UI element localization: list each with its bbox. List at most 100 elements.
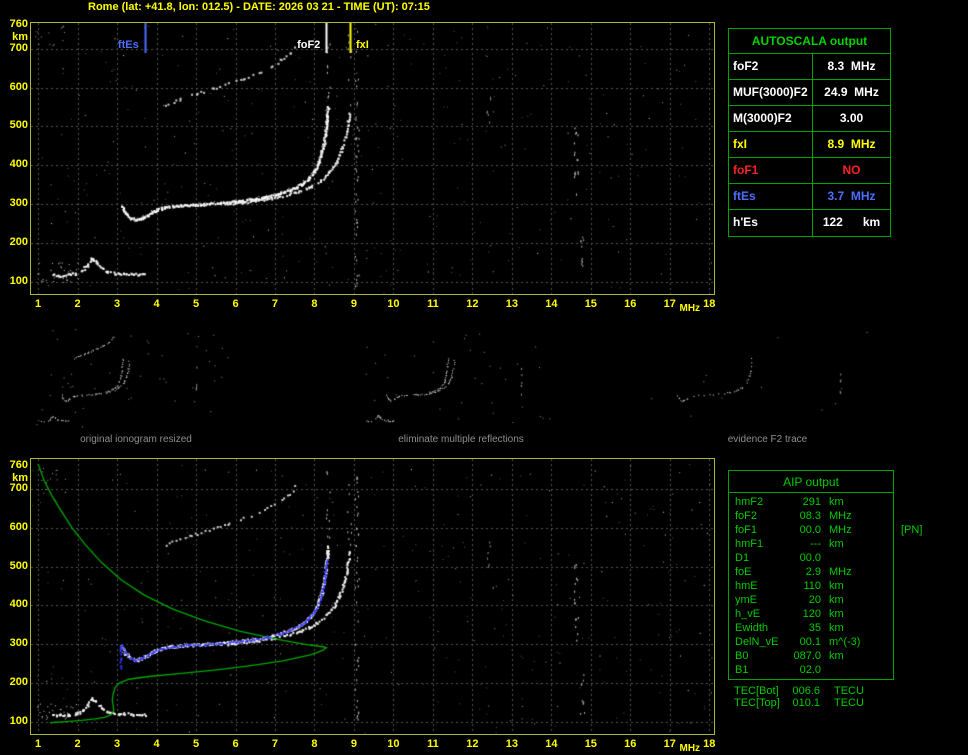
- aip-row-foe: foE2.9MHz: [729, 565, 893, 579]
- aip-table-title: AIP output: [729, 471, 893, 493]
- aip-param-label: foF1: [729, 523, 787, 537]
- x-tick-label: 15: [578, 299, 604, 310]
- aip-param-flag: [PN]: [901, 523, 922, 537]
- aip-row-ewidth: Ewidth35km: [729, 621, 893, 635]
- aip-param-value: 2.9: [787, 565, 821, 579]
- aip-param-unit: MHz: [821, 509, 852, 523]
- autoscala-row-fof2: foF28.3 MHz: [729, 54, 890, 80]
- aip-param-label: foE: [729, 565, 787, 579]
- x-tick-label: 7: [262, 739, 288, 750]
- x-tick-label: 9: [341, 299, 367, 310]
- y-tick-label: 700: [2, 483, 28, 494]
- autoscala-row-fxi: fxI8.9 MHz: [729, 132, 890, 158]
- thumbnail-eliminate-reflections: [360, 328, 562, 428]
- tec-row-tectop: TEC[Top]010.1TECU: [728, 697, 958, 709]
- aip-param-unit: km: [821, 593, 844, 607]
- marker-label-fof2: foF2: [266, 40, 320, 51]
- ionogram-canvas-bottom: [31, 459, 714, 734]
- tec-unit: TECU: [820, 697, 864, 709]
- autoscala-param-label: foF2: [729, 54, 813, 79]
- y-tick-label: 400: [2, 159, 28, 170]
- marker-label-fxi: fxI: [356, 40, 369, 51]
- x-tick-label: 18: [696, 739, 722, 750]
- aip-param-value: 08.3: [787, 509, 821, 523]
- x-tick-label: 8: [301, 299, 327, 310]
- aip-param-value: 35: [787, 621, 821, 635]
- x-tick-label: 6: [223, 739, 249, 750]
- aip-param-unit: km: [821, 607, 844, 621]
- thumbnail-original-ionogram: [35, 328, 237, 428]
- aip-param-label: hmF1: [729, 537, 787, 551]
- aip-row-delnve: DelN_vE00.1m^(-3): [729, 635, 893, 649]
- ionogram-plot-bottom: [30, 458, 715, 735]
- aip-param-unit: km: [821, 495, 844, 509]
- aip-param-unit: MHz: [821, 565, 852, 579]
- aip-param-value: 20: [787, 593, 821, 607]
- autoscala-table-title: AUTOSCALA output: [729, 29, 890, 54]
- tec-label: TEC[Bot]: [728, 685, 786, 697]
- aip-param-unit: km: [821, 579, 844, 593]
- aip-row-b0: B0087.0km: [729, 649, 893, 663]
- x-tick-label: 3: [104, 299, 130, 310]
- tec-label: TEC[Top]: [728, 697, 786, 709]
- aip-param-unit: [821, 551, 829, 565]
- y-tick-label: 500: [2, 561, 28, 572]
- y-tick-label: 700: [2, 43, 28, 54]
- autoscala-param-value: 8.3 MHz: [813, 54, 890, 79]
- aip-param-label: Ewidth: [729, 621, 787, 635]
- autoscala-param-value: 3.00: [813, 106, 890, 131]
- autoscala-param-value: NO: [813, 158, 890, 183]
- aip-row-d1: D100.0: [729, 551, 893, 565]
- aip-param-label: hmF2: [729, 495, 787, 509]
- autoscala-param-label: foF1: [729, 158, 813, 183]
- thumbnail-caption-evidence: evidence F2 trace: [645, 434, 890, 445]
- tec-values-block: TEC[Bot]006.6TECUTEC[Top]010.1TECU: [728, 685, 958, 709]
- autoscala-param-label: M(3000)F2: [729, 106, 813, 131]
- aip-param-value: 00.0: [787, 523, 821, 537]
- x-tick-label: 10: [380, 739, 406, 750]
- aip-row-fof2: foF208.3MHz: [729, 509, 893, 523]
- x-tick-label: 1: [25, 739, 51, 750]
- autoscala-row-muf3000f2: MUF(3000)F224.9 MHz: [729, 80, 890, 106]
- autoscala-param-label: h'Es: [729, 210, 813, 236]
- x-tick-label: 1: [25, 299, 51, 310]
- y-tick-label: 200: [2, 237, 28, 248]
- x-tick-label: 16: [617, 299, 643, 310]
- ionogram-canvas-top: [31, 23, 714, 294]
- y-tick-label: 400: [2, 599, 28, 610]
- aip-row-hve: h_vE120km: [729, 607, 893, 621]
- aip-param-unit: MHz: [821, 523, 852, 537]
- x-tick-label: 4: [144, 299, 170, 310]
- autoscala-param-label: ftEs: [729, 184, 813, 209]
- aip-param-value: 120: [787, 607, 821, 621]
- x-tick-label: 15: [578, 739, 604, 750]
- autoscala-param-label: MUF(3000)F2: [729, 80, 813, 105]
- aip-output-table: AIP output hmF2291kmfoF208.3MHzfoF100.0M…: [728, 470, 894, 680]
- x-tick-label: 2: [65, 739, 91, 750]
- autoscala-row-m3000f2: M(3000)F23.00: [729, 106, 890, 132]
- y-tick-label: 760: [2, 460, 28, 471]
- autoscala-param-value: 122 km: [813, 210, 890, 236]
- x-tick-label: 7: [262, 299, 288, 310]
- aip-param-value: 00.1: [787, 635, 821, 649]
- autoscala-output-table: AUTOSCALA outputfoF28.3 MHzMUF(3000)F224…: [728, 28, 891, 237]
- autoscala-row-hes: h'Es122 km: [729, 210, 890, 236]
- autoscala-output-screen: Rome (lat: +41.8, lon: 012.5) - DATE: 20…: [0, 0, 968, 755]
- autoscala-param-label: fxI: [729, 132, 813, 157]
- aip-param-value: 087.0: [787, 649, 821, 663]
- y-tick-label: 300: [2, 198, 28, 209]
- x-tick-label: 16: [617, 739, 643, 750]
- autoscala-param-value: 24.9 MHz: [813, 80, 890, 105]
- y-tick-label: 100: [2, 716, 28, 727]
- tec-value: 010.1: [786, 697, 820, 709]
- aip-param-unit: [821, 663, 829, 677]
- autoscala-row-ftes: ftEs3.7 MHz: [729, 184, 890, 210]
- x-tick-label: 13: [499, 299, 525, 310]
- x-tick-label: 12: [459, 299, 485, 310]
- tec-unit: TECU: [820, 685, 864, 697]
- x-tick-label: 6: [223, 299, 249, 310]
- aip-row-fof1: foF100.0MHz[PN]: [729, 523, 893, 537]
- aip-param-label: h_vE: [729, 607, 787, 621]
- aip-param-value: 291: [787, 495, 821, 509]
- x-axis-unit: MHz: [679, 304, 700, 314]
